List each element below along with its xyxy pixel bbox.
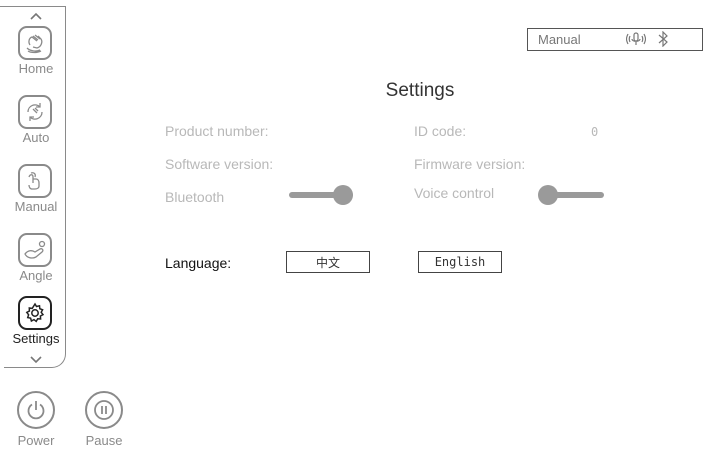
bluetooth-toggle[interactable] [287, 185, 357, 205]
sidebar-item-auto[interactable]: Auto [6, 95, 66, 159]
page-title: Settings [385, 80, 455, 101]
sidebar-item-label: Auto [22, 130, 50, 145]
scroll-up-chevron-icon[interactable] [26, 8, 46, 22]
bluetooth-icon [656, 30, 670, 52]
power-label: Power [17, 433, 55, 448]
hand-wave-icon [18, 26, 52, 60]
mode-indicator: Manual [538, 32, 581, 47]
language-chinese-button[interactable]: 中文 [286, 251, 370, 273]
pause-button[interactable]: Pause [79, 391, 129, 461]
gear-icon [18, 296, 52, 330]
voice-control-toggle[interactable] [538, 185, 608, 205]
pause-label: Pause [85, 433, 123, 448]
scroll-down-chevron-icon[interactable] [26, 352, 46, 366]
voice-control-label: Voice control [414, 185, 495, 201]
voice-icon [625, 31, 647, 52]
auto-cycle-icon [18, 95, 52, 129]
sidebar-item-settings[interactable]: Settings [6, 296, 66, 360]
pause-icon [85, 391, 123, 429]
id-code-value: 0 [591, 125, 599, 139]
sidebar-item-label: Angle [19, 268, 53, 283]
product-number-label: Product number: [165, 123, 269, 139]
power-button[interactable]: Power [11, 391, 61, 461]
power-icon [17, 391, 55, 429]
id-code-label: ID code: [414, 123, 467, 139]
sidebar-item-home[interactable]: Home [6, 26, 66, 90]
sidebar-item-label: Home [18, 61, 54, 76]
language-label: Language: [165, 255, 232, 271]
sidebar-item-manual[interactable]: Manual [6, 164, 66, 228]
sidebar-item-label: Manual [14, 199, 58, 214]
hand-touch-icon [18, 164, 52, 198]
software-version-label: Software version: [165, 156, 274, 172]
sidebar-item-angle[interactable]: Angle [6, 233, 66, 297]
sidebar-item-label: Settings [12, 331, 60, 346]
bluetooth-label: Bluetooth [165, 189, 225, 205]
recline-angle-icon [18, 233, 52, 267]
language-english-button[interactable]: English [418, 251, 502, 273]
firmware-version-label: Firmware version: [414, 156, 526, 172]
sidebar: Home Auto Manual Angle Settings [4, 6, 66, 368]
status-bar: Manual [527, 28, 703, 51]
